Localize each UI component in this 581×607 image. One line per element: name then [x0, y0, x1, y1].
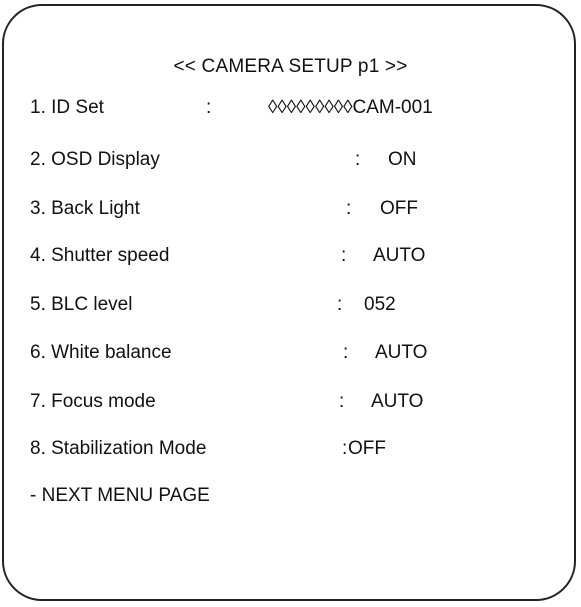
- menu-item-value: 052: [364, 294, 396, 315]
- menu-item-label: 3. Back Light: [30, 198, 140, 219]
- menu-item-label: 4. Shutter speed: [30, 245, 170, 266]
- menu-item-id-set[interactable]: 1. ID Set : ◊◊◊◊◊◊◊◊◊CAM-001: [0, 93, 581, 123]
- menu-item-label: 8. Stabilization Mode: [30, 438, 207, 459]
- menu-item-value: AUTO: [373, 245, 426, 266]
- menu-item-separator: :: [342, 438, 348, 459]
- menu-item-value: ON: [388, 149, 417, 170]
- menu-item-label: 5. BLC level: [30, 294, 133, 315]
- menu-item-value: OFF: [348, 438, 386, 459]
- menu-item-label: 6. White balance: [30, 342, 172, 363]
- menu-item-separator: :: [206, 97, 212, 118]
- menu-item-shutter-speed[interactable]: 4. Shutter speed : AUTO: [0, 241, 581, 271]
- menu-item-separator: :: [346, 198, 352, 219]
- menu-item-stabilization-mode[interactable]: 8. Stabilization Mode : OFF: [0, 434, 581, 464]
- menu-item-value: ◊◊◊◊◊◊◊◊◊CAM-001: [268, 97, 433, 118]
- menu-title: << CAMERA SETUP p1 >>: [173, 56, 408, 77]
- menu-item-blc-level[interactable]: 5. BLC level : 052: [0, 290, 581, 320]
- menu-item-focus-mode[interactable]: 7. Focus mode : AUTO: [0, 387, 581, 417]
- next-menu-page-item[interactable]: - NEXT MENU PAGE: [30, 481, 210, 511]
- menu-item-value: AUTO: [375, 342, 428, 363]
- menu-item-label: 1. ID Set: [30, 97, 104, 118]
- menu-item-label: 2. OSD Display: [30, 149, 160, 170]
- menu-item-back-light[interactable]: 3. Back Light : OFF: [0, 194, 581, 224]
- menu-item-white-balance[interactable]: 6. White balance : AUTO: [0, 338, 581, 368]
- menu-item-separator: :: [337, 294, 343, 315]
- menu-item-separator: :: [355, 149, 361, 170]
- menu-item-label: 7. Focus mode: [30, 391, 156, 412]
- menu-item-separator: :: [339, 391, 345, 412]
- menu-item-osd-display[interactable]: 2. OSD Display : ON: [0, 145, 581, 175]
- menu-item-value: AUTO: [371, 391, 424, 412]
- menu-item-separator: :: [343, 342, 349, 363]
- menu-item-value: OFF: [380, 198, 418, 219]
- menu-item-separator: :: [341, 245, 347, 266]
